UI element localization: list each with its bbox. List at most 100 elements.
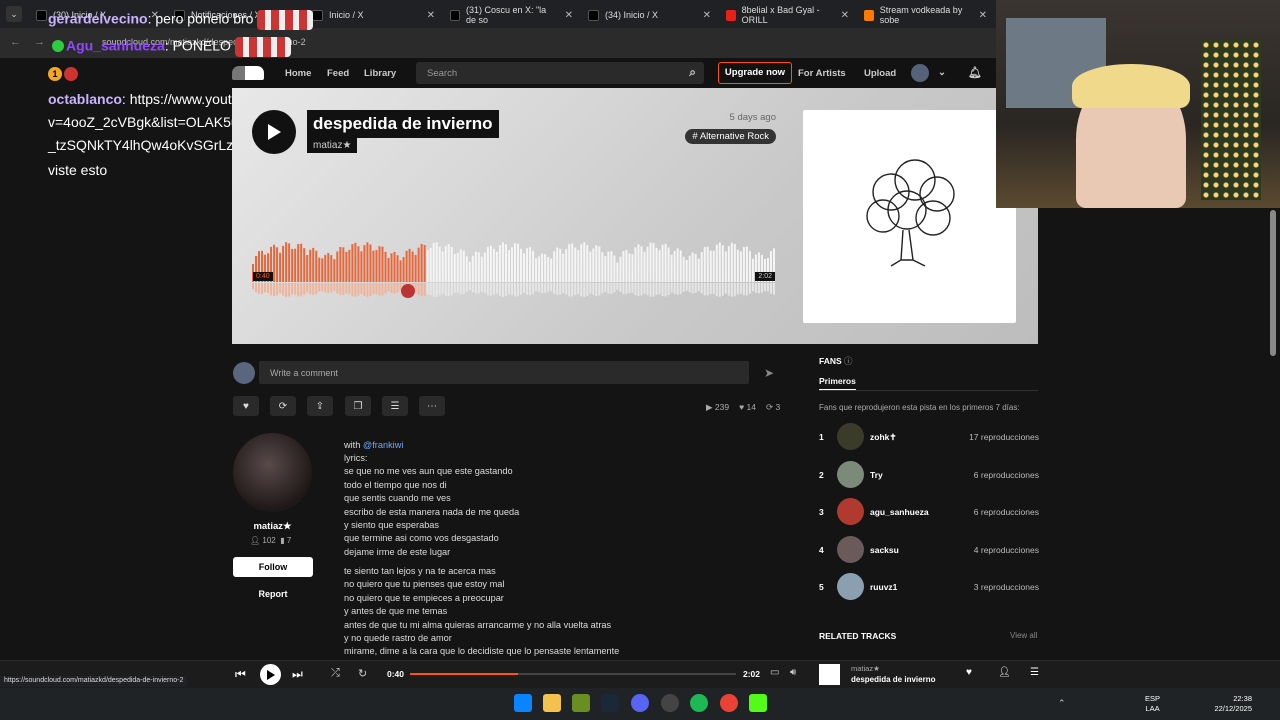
follow-button[interactable]: Follow: [233, 557, 313, 577]
repeat-icon[interactable]: ↻: [358, 667, 367, 680]
tab-primeros[interactable]: Primeros: [819, 376, 856, 391]
nav-for-artists[interactable]: For Artists: [798, 68, 846, 79]
previous-icon[interactable]: ⏮: [235, 667, 246, 682]
windows-start-icon[interactable]: [514, 694, 532, 712]
mini-artwork[interactable]: [819, 664, 840, 685]
view-all-link[interactable]: View all: [1010, 631, 1037, 640]
waveform[interactable]: 0:40 2:02: [252, 234, 776, 298]
fan-name[interactable]: agu_sanhueza: [870, 507, 929, 517]
waveform-bar-reflection: [541, 283, 544, 293]
close-icon[interactable]: ✕: [565, 10, 573, 21]
next-icon[interactable]: ⏭: [292, 667, 303, 682]
like-button[interactable]: ♥: [233, 396, 259, 416]
nav-upload[interactable]: Upload: [864, 68, 896, 79]
play-button[interactable]: [260, 664, 281, 685]
discord-icon[interactable]: [631, 694, 649, 712]
fan-name[interactable]: Try: [870, 470, 883, 480]
fan-name[interactable]: sacksu: [870, 545, 899, 555]
avatar[interactable]: [837, 460, 864, 488]
search-box[interactable]: Search ⌕: [416, 62, 704, 84]
player-progress-fill: [410, 673, 518, 675]
nav-feed[interactable]: Feed: [327, 68, 349, 79]
fan-name[interactable]: zohk✝: [870, 432, 896, 443]
nav-library[interactable]: Library: [364, 68, 396, 79]
fan-rank: 3: [819, 507, 824, 517]
language-indicator[interactable]: ESP LAA: [1145, 694, 1160, 714]
follow-icon[interactable]: 👤︎: [998, 667, 1011, 678]
volume-icon[interactable]: 🔊︎: [790, 667, 796, 678]
mention-link[interactable]: @frankiwi: [363, 440, 403, 450]
file-explorer-icon[interactable]: [543, 694, 561, 712]
waveform-bar: [330, 255, 333, 282]
tray-chevron-icon[interactable]: ⌃: [1058, 698, 1066, 709]
comment-box[interactable]: Write a comment: [259, 361, 749, 384]
browser-tab[interactable]: (31) Coscu en X: "la de so ✕: [444, 4, 579, 26]
search-icon[interactable]: ⌕: [689, 65, 696, 80]
comment-avatar[interactable]: [401, 284, 415, 298]
comment-input[interactable]: Write a comment: [270, 368, 338, 378]
fan-name[interactable]: ruuvz1: [870, 582, 897, 592]
back-icon[interactable]: ←: [10, 36, 21, 48]
soundcloud-logo-icon[interactable]: [232, 66, 264, 80]
waveform-bar: [748, 251, 751, 282]
track-artist[interactable]: matiaz★: [307, 138, 358, 153]
avatar[interactable]: [837, 573, 864, 600]
cast-icon[interactable]: ▭: [770, 667, 779, 678]
forward-icon[interactable]: →: [34, 36, 45, 48]
browser-tab[interactable]: 8belial x Bad Gyal - ORILL ✕: [720, 4, 855, 26]
avatar[interactable]: [911, 64, 929, 82]
browser-tab[interactable]: Stream vodkeada by sobe ✕: [858, 4, 993, 26]
fan-row[interactable]: 2 Try 6 reproducciones: [819, 460, 1039, 489]
app-icon[interactable]: [572, 694, 590, 712]
send-icon[interactable]: ➤: [764, 366, 774, 380]
close-icon[interactable]: ✕: [841, 10, 849, 21]
copy-link-button[interactable]: ❐: [345, 396, 371, 416]
scrollbar[interactable]: [1270, 210, 1276, 356]
browser-tab[interactable]: Inicio / X ✕: [306, 4, 441, 26]
fan-row[interactable]: 3 agu_sanhueza 6 reproducciones: [819, 498, 1039, 526]
more-button[interactable]: ⋯: [419, 396, 445, 416]
chrome-icon[interactable]: [720, 694, 738, 712]
browser-tab[interactable]: (34) Inicio / X ✕: [582, 4, 717, 26]
lyric-line: y no quede rastro de amor: [344, 633, 452, 643]
chevron-down-icon[interactable]: ⌄: [938, 67, 946, 78]
tab-search-button[interactable]: ⌄: [6, 6, 22, 22]
artist-avatar[interactable]: [233, 433, 312, 512]
share-button[interactable]: ⇪: [307, 396, 333, 416]
shuffle-icon[interactable]: ⤮: [331, 667, 340, 680]
spotify-icon[interactable]: [690, 694, 708, 712]
avatar[interactable]: [837, 535, 864, 563]
kick-icon[interactable]: [749, 694, 767, 712]
lyric-line: y siento que esperabas: [344, 520, 440, 530]
app-icon[interactable]: [661, 694, 679, 712]
upgrade-button[interactable]: Upgrade now: [718, 62, 792, 84]
heart-icon[interactable]: ♥: [966, 667, 972, 678]
fan-row[interactable]: 5 ruuvz1 3 reproducciones: [819, 573, 1039, 601]
play-button[interactable]: [252, 110, 296, 154]
clock[interactable]: 22:38 22/12/2025: [1208, 694, 1252, 714]
add-to-playlist-button[interactable]: ☰: [382, 396, 408, 416]
fan-row[interactable]: 1 zohk✝ 17 reproducciones: [819, 423, 1039, 451]
steam-icon[interactable]: [601, 694, 619, 712]
genre-tag[interactable]: # Alternative Rock: [685, 129, 776, 144]
waveform-bars[interactable]: [252, 234, 776, 298]
player-progress[interactable]: [410, 673, 736, 675]
badge-icon: [64, 67, 78, 81]
bell-icon[interactable]: 🔔︎: [968, 66, 982, 79]
fan-row[interactable]: 4 sacksu 4 reproducciones: [819, 535, 1039, 564]
report-link[interactable]: Report: [233, 589, 313, 599]
waveform-bar-reflection: [577, 283, 580, 295]
player-artist[interactable]: matiaz★: [851, 664, 880, 673]
queue-icon[interactable]: ☰: [1030, 667, 1039, 678]
artist-name[interactable]: matiaz★: [233, 521, 312, 532]
close-icon[interactable]: ✕: [427, 10, 435, 21]
nav-home[interactable]: Home: [285, 68, 311, 79]
avatar[interactable]: [837, 498, 864, 525]
search-input[interactable]: Search: [427, 68, 457, 79]
close-icon[interactable]: ✕: [979, 10, 987, 21]
avatar[interactable]: [837, 423, 864, 450]
info-icon[interactable]: ⓘ: [844, 356, 853, 366]
close-icon[interactable]: ✕: [703, 10, 711, 21]
repost-button[interactable]: ⟳: [270, 396, 296, 416]
player-title[interactable]: despedida de invierno: [851, 675, 935, 684]
